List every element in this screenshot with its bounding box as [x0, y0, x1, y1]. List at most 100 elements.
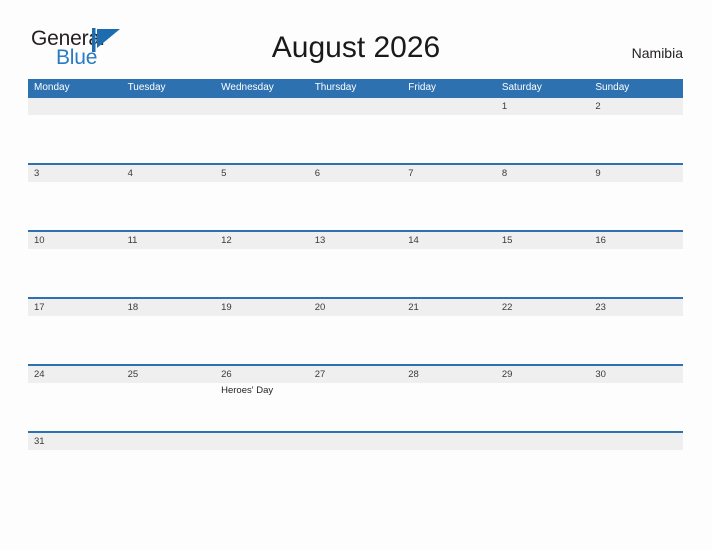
- day-number[interactable]: 8: [496, 165, 590, 182]
- day-number[interactable]: 10: [28, 232, 122, 249]
- week-date-band: 1 2: [28, 98, 683, 115]
- day-events[interactable]: [496, 249, 590, 297]
- day-events-heroes-day[interactable]: Heroes' Day: [215, 383, 309, 431]
- day-events[interactable]: [589, 450, 683, 498]
- day-number[interactable]: [122, 98, 216, 115]
- day-events[interactable]: [402, 249, 496, 297]
- day-events[interactable]: [402, 383, 496, 431]
- day-events[interactable]: [122, 182, 216, 230]
- day-number[interactable]: 5: [215, 165, 309, 182]
- day-header-thursday: Thursday: [314, 82, 357, 93]
- day-events[interactable]: [402, 450, 496, 498]
- day-number[interactable]: 15: [496, 232, 590, 249]
- day-events[interactable]: [215, 316, 309, 364]
- day-number[interactable]: 18: [122, 299, 216, 316]
- day-number[interactable]: 7: [402, 165, 496, 182]
- day-events[interactable]: [215, 182, 309, 230]
- day-number[interactable]: 4: [122, 165, 216, 182]
- day-number[interactable]: 30: [589, 366, 683, 383]
- day-of-week-header-row: Monday Tuesday Wednesday Thursday Friday…: [28, 79, 683, 96]
- day-events[interactable]: [309, 115, 403, 163]
- week-row: 10 11 12 13 14 15 16: [28, 230, 683, 297]
- day-header-tuesday: Tuesday: [127, 82, 166, 93]
- day-events[interactable]: [496, 450, 590, 498]
- day-number[interactable]: [215, 98, 309, 115]
- day-header-sunday: Sunday: [595, 82, 630, 93]
- day-number[interactable]: 25: [122, 366, 216, 383]
- day-events[interactable]: [496, 383, 590, 431]
- day-number[interactable]: [309, 433, 403, 450]
- day-number[interactable]: 23: [589, 299, 683, 316]
- day-number[interactable]: 3: [28, 165, 122, 182]
- day-number[interactable]: 24: [28, 366, 122, 383]
- day-events[interactable]: [122, 249, 216, 297]
- day-events[interactable]: [28, 182, 122, 230]
- day-events[interactable]: [402, 182, 496, 230]
- day-events[interactable]: [215, 115, 309, 163]
- day-number[interactable]: [215, 433, 309, 450]
- day-number[interactable]: 12: [215, 232, 309, 249]
- day-events[interactable]: [215, 249, 309, 297]
- day-number[interactable]: [496, 433, 590, 450]
- day-events[interactable]: [309, 316, 403, 364]
- day-events[interactable]: [28, 383, 122, 431]
- day-events[interactable]: [28, 450, 122, 498]
- week-row: 3 4 5 6 7 8 9: [28, 163, 683, 230]
- day-number[interactable]: [28, 98, 122, 115]
- week-event-band: [28, 115, 683, 163]
- day-number[interactable]: 26: [215, 366, 309, 383]
- day-events[interactable]: [402, 316, 496, 364]
- day-events[interactable]: [122, 115, 216, 163]
- week-row: 17 18 19 20 21 22 23: [28, 297, 683, 364]
- day-number[interactable]: 21: [402, 299, 496, 316]
- day-number[interactable]: 14: [402, 232, 496, 249]
- calendar-table: Monday Tuesday Wednesday Thursday Friday…: [28, 79, 683, 498]
- day-number[interactable]: 13: [309, 232, 403, 249]
- week-date-band: 3 4 5 6 7 8 9: [28, 165, 683, 182]
- page-title: August 2026: [271, 31, 441, 64]
- day-number[interactable]: 20: [309, 299, 403, 316]
- day-number[interactable]: 11: [122, 232, 216, 249]
- day-number[interactable]: [402, 98, 496, 115]
- day-number[interactable]: 31: [28, 433, 122, 450]
- region-label: Namibia: [631, 45, 683, 61]
- day-events[interactable]: [309, 182, 403, 230]
- day-events[interactable]: [589, 383, 683, 431]
- day-events[interactable]: [309, 450, 403, 498]
- day-events[interactable]: [309, 249, 403, 297]
- day-events[interactable]: [215, 450, 309, 498]
- day-number[interactable]: 22: [496, 299, 590, 316]
- day-number[interactable]: 9: [589, 165, 683, 182]
- day-number[interactable]: 2: [589, 98, 683, 115]
- day-number[interactable]: 28: [402, 366, 496, 383]
- day-number[interactable]: 16: [589, 232, 683, 249]
- day-number[interactable]: 1: [496, 98, 590, 115]
- day-events[interactable]: [28, 316, 122, 364]
- day-number[interactable]: 6: [309, 165, 403, 182]
- day-events[interactable]: [122, 383, 216, 431]
- day-events[interactable]: [496, 316, 590, 364]
- day-events[interactable]: [589, 316, 683, 364]
- week-row: 1 2: [28, 96, 683, 163]
- day-events[interactable]: [589, 249, 683, 297]
- day-number[interactable]: [402, 433, 496, 450]
- day-events[interactable]: [496, 115, 590, 163]
- day-events[interactable]: [589, 115, 683, 163]
- day-number[interactable]: 27: [309, 366, 403, 383]
- day-number[interactable]: 29: [496, 366, 590, 383]
- day-events[interactable]: [28, 249, 122, 297]
- day-events[interactable]: [122, 450, 216, 498]
- day-number[interactable]: [589, 433, 683, 450]
- day-events[interactable]: [28, 115, 122, 163]
- day-events[interactable]: [589, 182, 683, 230]
- day-number[interactable]: 19: [215, 299, 309, 316]
- day-events[interactable]: [309, 383, 403, 431]
- day-events[interactable]: [122, 316, 216, 364]
- day-number[interactable]: [122, 433, 216, 450]
- week-row: 31: [28, 431, 683, 498]
- day-events[interactable]: [402, 115, 496, 163]
- day-number[interactable]: 17: [28, 299, 122, 316]
- day-number[interactable]: [309, 98, 403, 115]
- week-event-band: [28, 249, 683, 297]
- day-events[interactable]: [496, 182, 590, 230]
